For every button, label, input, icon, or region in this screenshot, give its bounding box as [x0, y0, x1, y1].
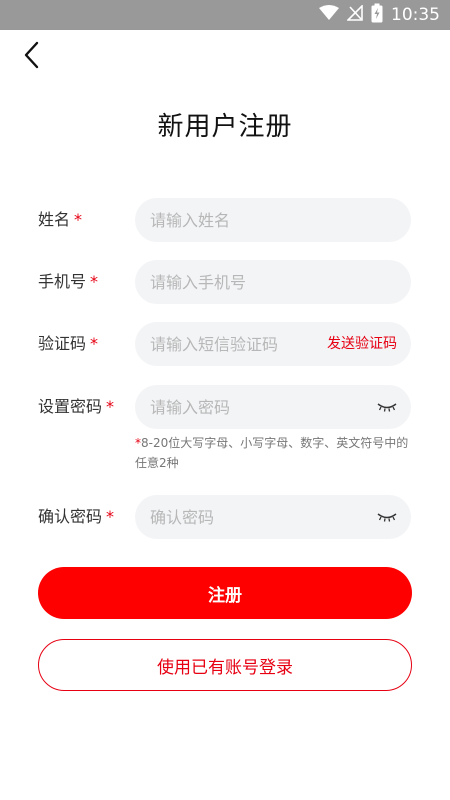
send-code-button[interactable]: 发送验证码 — [327, 322, 397, 366]
password-field-box — [135, 385, 411, 429]
password-input[interactable] — [150, 385, 350, 429]
name-row: 姓名 * — [0, 198, 450, 242]
required-mark: * — [74, 210, 83, 229]
wifi-icon — [319, 5, 339, 25]
login-existing-account-button[interactable]: 使用已有账号登录 — [38, 639, 412, 691]
register-button[interactable]: 注册 — [38, 567, 412, 619]
name-input[interactable] — [150, 198, 350, 242]
code-input[interactable] — [150, 322, 310, 366]
password-row: 设置密码 * — [0, 385, 450, 429]
battery-charging-icon — [371, 3, 383, 27]
code-label: 验证码 * — [38, 322, 98, 366]
back-button[interactable] — [16, 40, 46, 74]
eye-closed-icon[interactable] — [377, 397, 397, 417]
password-hint: *8-20位大写字母、小写字母、数字、英文符号中的任意2种 — [135, 433, 415, 473]
required-mark: * — [106, 507, 115, 526]
chevron-left-icon — [23, 41, 39, 73]
status-bar: 10:35 — [0, 0, 450, 30]
phone-input[interactable] — [150, 260, 350, 304]
name-label-text: 姓名 — [38, 210, 71, 229]
password-hint-text: 8-20位大写字母、小写字母、数字、英文符号中的任意2种 — [135, 436, 409, 470]
confirm-label: 确认密码 * — [38, 495, 114, 539]
phone-row: 手机号 * — [0, 260, 450, 304]
name-label: 姓名 * — [38, 198, 82, 242]
required-mark: * — [90, 272, 99, 291]
code-row: 验证码* 发送验证码 — [0, 322, 450, 366]
code-field-box: 发送验证码 — [135, 322, 411, 366]
confirm-label-text: 确认密码 — [38, 507, 103, 526]
no-signal-icon — [346, 4, 363, 25]
required-mark: * — [90, 334, 99, 353]
phone-label-text: 手机号 — [38, 272, 87, 291]
confirm-row: 确认密码 * — [0, 495, 450, 539]
confirm-password-input[interactable] — [150, 495, 350, 539]
page-title: 新用户注册 — [157, 112, 293, 142]
eye-closed-icon[interactable] — [377, 507, 397, 527]
status-icons: 10:35 — [319, 0, 440, 30]
required-mark: * — [106, 397, 115, 416]
password-label-text: 设置密码 — [38, 397, 103, 416]
code-label-text: 验证码 — [38, 334, 87, 353]
name-field-box — [135, 198, 411, 242]
confirm-field-box — [135, 495, 411, 539]
phone-field-box — [135, 260, 411, 304]
phone-label: 手机号 * — [38, 260, 98, 304]
password-label: 设置密码 * — [38, 385, 114, 429]
status-time: 10:35 — [391, 5, 440, 25]
